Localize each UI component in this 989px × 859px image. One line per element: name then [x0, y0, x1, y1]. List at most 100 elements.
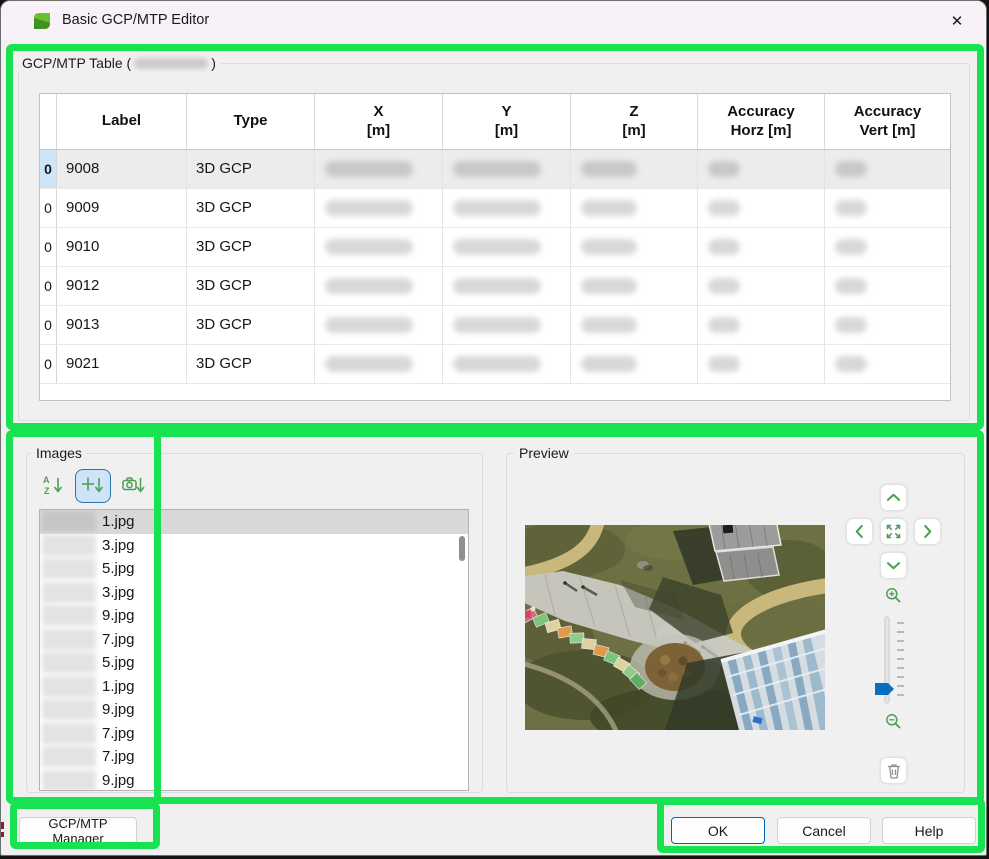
list-item[interactable]: 5.jpg — [40, 651, 468, 675]
accuracy-horz-cell-redacted[interactable] — [698, 150, 825, 188]
column-header-z[interactable]: Z [m] — [571, 94, 698, 149]
table-row[interactable]: 0 9008 3D GCP — [40, 150, 950, 189]
x-cell-redacted[interactable] — [315, 267, 443, 305]
y-cell-redacted[interactable] — [443, 345, 571, 383]
zoom-slider-thumb[interactable] — [875, 683, 894, 695]
list-item[interactable]: 1.jpg — [40, 510, 468, 534]
thumbnail-redacted — [42, 605, 96, 627]
zoom-slider[interactable] — [873, 611, 909, 711]
pan-down-button[interactable] — [880, 552, 907, 579]
ok-button[interactable]: OK — [671, 817, 765, 844]
list-item[interactable]: 9.jpg — [40, 604, 468, 628]
accuracy-vert-cell-redacted[interactable] — [825, 267, 950, 305]
corner-header-cell — [40, 94, 57, 149]
left-edge-artifact — [1, 832, 4, 837]
gcp-mtp-editor-dialog: Basic GCP/MTP Editor ✕ GCP/MTP Table () … — [0, 0, 987, 856]
y-cell-redacted[interactable] — [443, 267, 571, 305]
help-button[interactable]: Help — [882, 817, 976, 844]
accuracy-vert-cell-redacted[interactable] — [825, 150, 950, 188]
type-cell[interactable]: 3D GCP — [187, 150, 315, 188]
z-cell-redacted[interactable] — [571, 306, 698, 344]
label-cell[interactable]: 9021 — [57, 345, 187, 383]
column-header-label[interactable]: Label — [57, 94, 187, 149]
column-header-x[interactable]: X [m] — [315, 94, 443, 149]
list-item[interactable]: 3.jpg — [40, 581, 468, 605]
z-cell-redacted[interactable] — [571, 267, 698, 305]
label-cell[interactable]: 9009 — [57, 189, 187, 227]
accuracy-horz-cell-redacted[interactable] — [698, 228, 825, 266]
x-cell-redacted[interactable] — [315, 306, 443, 344]
gcp-mtp-manager-button[interactable]: GCP/MTP Manager — [19, 816, 137, 846]
close-icon[interactable]: ✕ — [942, 7, 972, 35]
type-cell[interactable]: 3D GCP — [187, 189, 315, 227]
cancel-button[interactable]: Cancel — [777, 817, 871, 844]
z-cell-redacted[interactable] — [571, 150, 698, 188]
list-item[interactable]: 1.jpg — [40, 675, 468, 699]
label-cell[interactable]: 9013 — [57, 306, 187, 344]
type-cell[interactable]: 3D GCP — [187, 267, 315, 305]
table-row[interactable]: 0 9021 3D GCP — [40, 345, 950, 384]
z-cell-redacted[interactable] — [571, 345, 698, 383]
y-cell-redacted[interactable] — [443, 228, 571, 266]
list-item[interactable]: 7.jpg — [40, 628, 468, 652]
z-cell-redacted[interactable] — [571, 189, 698, 227]
pan-right-button[interactable] — [914, 518, 941, 545]
type-cell[interactable]: 3D GCP — [187, 345, 315, 383]
zoom-in-icon[interactable] — [885, 587, 902, 604]
accuracy-horz-cell-redacted[interactable] — [698, 267, 825, 305]
accuracy-vert-cell-redacted[interactable] — [825, 345, 950, 383]
column-header-y[interactable]: Y [m] — [443, 94, 571, 149]
y-cell-redacted[interactable] — [443, 150, 571, 188]
fit-view-button[interactable] — [880, 518, 907, 545]
row-number-cell[interactable]: 0 — [40, 228, 57, 266]
list-item[interactable]: 9.jpg — [40, 769, 468, 790]
column-header-type[interactable]: Type — [187, 94, 315, 149]
table-row[interactable]: 0 9009 3D GCP — [40, 189, 950, 228]
sort-by-marks-button-active[interactable] — [75, 469, 111, 503]
accuracy-horz-cell-redacted[interactable] — [698, 189, 825, 227]
row-number-cell[interactable]: 0 — [40, 150, 57, 188]
label-cell[interactable]: 9012 — [57, 267, 187, 305]
column-header-accuracy-vert[interactable]: Accuracy Vert [m] — [825, 94, 950, 149]
label-cell[interactable]: 9008 — [57, 150, 187, 188]
type-cell[interactable]: 3D GCP — [187, 228, 315, 266]
table-row[interactable]: 0 9013 3D GCP — [40, 306, 950, 345]
image-list[interactable]: 1.jpg 3.jpg 5.jpg 3.jpg 9.jpg 7.jpg 5.jp… — [39, 509, 469, 791]
x-cell-redacted[interactable] — [315, 150, 443, 188]
type-cell[interactable]: 3D GCP — [187, 306, 315, 344]
y-cell-redacted[interactable] — [443, 306, 571, 344]
x-cell-redacted[interactable] — [315, 189, 443, 227]
label-cell[interactable]: 9010 — [57, 228, 187, 266]
row-number-cell[interactable]: 0 — [40, 267, 57, 305]
sort-alphabetical-icon[interactable]: A Z — [41, 473, 67, 499]
table-row[interactable]: 0 9012 3D GCP — [40, 267, 950, 306]
list-item[interactable]: 7.jpg — [40, 745, 468, 769]
pan-left-button[interactable] — [846, 518, 873, 545]
row-number-cell[interactable]: 0 — [40, 345, 57, 383]
list-item[interactable]: 7.jpg — [40, 722, 468, 746]
accuracy-vert-cell-redacted[interactable] — [825, 228, 950, 266]
scrollbar-thumb[interactable] — [459, 536, 465, 561]
svg-text:Z: Z — [44, 486, 50, 496]
accuracy-horz-cell-redacted[interactable] — [698, 306, 825, 344]
y-cell-redacted[interactable] — [443, 189, 571, 227]
app-leaf-icon — [31, 10, 53, 32]
x-cell-redacted[interactable] — [315, 228, 443, 266]
column-header-accuracy-horz[interactable]: Accuracy Horz [m] — [698, 94, 825, 149]
list-item[interactable]: 5.jpg — [40, 557, 468, 581]
zoom-out-icon[interactable] — [885, 713, 902, 730]
table-row[interactable]: 0 9010 3D GCP — [40, 228, 950, 267]
pan-up-button[interactable] — [880, 484, 907, 511]
accuracy-vert-cell-redacted[interactable] — [825, 306, 950, 344]
delete-mark-button[interactable] — [880, 757, 907, 784]
list-item[interactable]: 3.jpg — [40, 534, 468, 558]
z-cell-redacted[interactable] — [571, 228, 698, 266]
accuracy-vert-cell-redacted[interactable] — [825, 189, 950, 227]
sort-by-camera-icon[interactable] — [121, 473, 147, 499]
row-number-cell[interactable]: 0 — [40, 306, 57, 344]
accuracy-horz-cell-redacted[interactable] — [698, 345, 825, 383]
x-cell-redacted[interactable] — [315, 345, 443, 383]
list-item[interactable]: 9.jpg — [40, 698, 468, 722]
preview-photo-aerial-image[interactable] — [525, 525, 825, 730]
row-number-cell[interactable]: 0 — [40, 189, 57, 227]
